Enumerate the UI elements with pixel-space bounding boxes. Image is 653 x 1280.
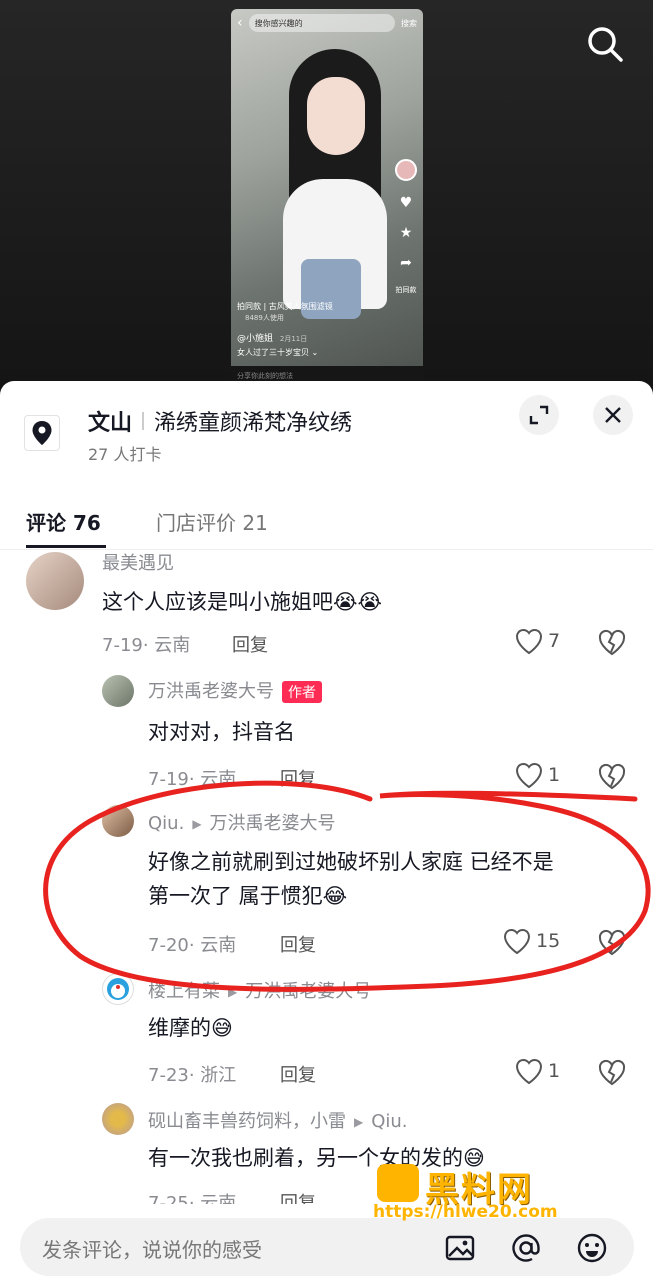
tab-bar: 评论 76 门店评价 21 xyxy=(0,501,653,549)
reply-text-line: 好像之前就刷到过她破坏别人家庭 已经不是 xyxy=(148,850,554,874)
reply-arrow-icon: ▶ xyxy=(192,817,202,831)
video-search-box[interactable]: 搜你感兴趣的 xyxy=(248,14,395,32)
comment-text: 这个人应该是叫小施姐吧😭😭 xyxy=(102,590,383,614)
reply-to-name[interactable]: 万洪禹老婆大号 xyxy=(210,813,336,834)
share-icon[interactable]: ➦ xyxy=(400,255,412,271)
like-count: 7 xyxy=(548,630,561,652)
reply-author-name: Qiu. xyxy=(148,813,185,834)
store-name: 浠绣童颜浠梵净纹绣 xyxy=(154,411,353,436)
video-search-button[interactable]: 搜索 xyxy=(401,18,417,29)
comment-meta: 7-19· 云南 xyxy=(102,635,191,656)
comment-input-placeholder: 发条评论，说说你的感受 xyxy=(42,1238,262,1262)
reply-author[interactable]: Qiu. ▶ 万洪禹老婆大号 xyxy=(148,809,336,835)
comment-input[interactable]: 发条评论，说说你的感受 xyxy=(20,1218,634,1276)
video-top-bar: ‹ 搜你感兴趣的 搜索 xyxy=(231,9,423,37)
heart-icon xyxy=(515,762,543,789)
template-tag[interactable]: 拍同款 | 古风美人氛围滤镜 xyxy=(237,301,333,312)
reply-arrow-icon: ▶ xyxy=(228,985,238,999)
avatar[interactable] xyxy=(102,805,134,837)
comment-author[interactable]: 最美遇见 xyxy=(102,549,174,575)
video-thumbnail[interactable]: ‹ 搜你感兴趣的 搜索 ♥ ★ ➦ 拍同款 拍同款 | 古风美人氛围滤镜 848… xyxy=(231,9,423,386)
like-count: 1 xyxy=(548,1060,561,1082)
video-author-handle: @小施姐 xyxy=(237,334,274,344)
location-pin-icon xyxy=(24,415,60,451)
image-icon[interactable] xyxy=(444,1232,476,1264)
reply-text-line: 第一次了 属于惯犯😂 xyxy=(148,884,348,908)
mention-icon[interactable] xyxy=(510,1232,542,1264)
like-button[interactable]: 15 xyxy=(502,927,560,955)
broken-heart-icon[interactable] xyxy=(598,629,626,657)
avatar[interactable] xyxy=(102,973,134,1005)
broken-heart-icon[interactable] xyxy=(598,929,626,957)
search-icon[interactable] xyxy=(585,24,625,64)
video-author[interactable]: @小施姐 2月11日 xyxy=(237,331,307,344)
reply-button[interactable]: 回复 xyxy=(280,931,316,957)
expand-button[interactable] xyxy=(519,395,559,435)
reply-author[interactable]: 砚山畜丰兽药饲料，小雷 ▶ Qiu. xyxy=(148,1107,408,1133)
heart-icon xyxy=(515,1058,543,1085)
reply-arrow-icon: ▶ xyxy=(354,1115,364,1129)
reply-text: 维摩的😅 xyxy=(148,1016,233,1040)
broken-heart-icon[interactable] xyxy=(598,1059,626,1087)
video-subject-image xyxy=(261,39,401,319)
side-label: 拍同款 xyxy=(395,286,417,294)
broken-heart-icon[interactable] xyxy=(598,763,626,791)
reply-button[interactable]: 回复 xyxy=(232,631,268,657)
reply-author-name: 砚山畜丰兽药饲料，小雷 xyxy=(148,1111,346,1132)
reply-to-name[interactable]: Qiu. xyxy=(371,1111,407,1132)
emoji-icon[interactable] xyxy=(576,1232,608,1264)
heart-icon xyxy=(515,628,543,655)
template-users: 8489人使用 xyxy=(245,314,284,322)
template-text: 拍同款 | 古风美人氛围滤镜 xyxy=(237,302,333,311)
site-watermark: 黑料网 https://hlwe20.com xyxy=(373,1162,633,1224)
tab-comments[interactable]: 评论 76 xyxy=(26,507,101,536)
author-badge: 作者 xyxy=(282,681,322,703)
store-title[interactable]: 文山 浠绣童颜浠梵净纹绣 xyxy=(88,405,352,437)
tab-indicator xyxy=(26,545,106,548)
like-button[interactable]: 1 xyxy=(514,1057,560,1085)
divider xyxy=(0,549,653,550)
reply-author[interactable]: 万洪禹老婆大号 作者 xyxy=(148,677,322,703)
reply-author-name: 万洪禹老婆大号 xyxy=(148,681,274,702)
close-icon xyxy=(605,407,621,423)
heart-icon xyxy=(503,928,531,955)
reply-meta: 7-23· 浙江 xyxy=(148,1065,237,1086)
video-side-actions: ♥ ★ ➦ 拍同款 xyxy=(395,159,417,295)
title-divider xyxy=(142,412,145,430)
heart-icon[interactable]: ♥ xyxy=(400,195,413,211)
creator-avatar[interactable] xyxy=(395,159,417,181)
reply-meta: 7-19· 云南 xyxy=(148,769,237,790)
avatar[interactable] xyxy=(102,675,134,707)
expand-icon xyxy=(529,405,549,425)
reply-meta: 7-20· 云南 xyxy=(148,935,237,956)
video-date: 2月11日 xyxy=(279,335,308,343)
reply-text: 对对对，抖音名 xyxy=(148,720,295,744)
like-count: 15 xyxy=(536,930,561,952)
video-search-placeholder: 搜你感兴趣的 xyxy=(254,18,303,28)
reply-button[interactable]: 回复 xyxy=(280,765,316,791)
avatar[interactable] xyxy=(102,1103,134,1135)
reply-to-name[interactable]: 万洪禹老婆大号 xyxy=(245,981,371,1002)
like-button[interactable]: 7 xyxy=(514,627,560,655)
reply-text: 好像之前就刷到过她破坏别人家庭 已经不是 第一次了 属于惯犯😂 xyxy=(148,845,554,913)
avatar[interactable] xyxy=(26,552,84,610)
video-comment-placeholder: 分享你此刻的想法 xyxy=(237,372,293,380)
comment-sheet: 文山 浠绣童颜浠梵净纹绣 27 人打卡 评论 76 门店评价 21 最美遇见 这… xyxy=(0,381,653,1280)
like-count: 1 xyxy=(548,764,561,786)
close-button[interactable] xyxy=(593,395,633,435)
tab-store-reviews[interactable]: 门店评价 21 xyxy=(156,507,268,536)
reply-author[interactable]: 楼上有菜 ▶ 万洪禹老婆大号 xyxy=(148,977,371,1003)
reply-author-name: 楼上有菜 xyxy=(148,981,220,1002)
watermark-logo xyxy=(377,1164,419,1202)
checkin-count: 27 人打卡 xyxy=(88,445,162,464)
video-caption: 女人过了三十岁宝贝 ⌄ xyxy=(237,348,319,357)
watermark-url: https://hlwe20.com xyxy=(373,1202,558,1222)
star-icon[interactable]: ★ xyxy=(400,225,413,241)
store-city: 文山 xyxy=(88,411,133,436)
like-button[interactable]: 1 xyxy=(514,761,560,789)
video-preview-area: ‹ 搜你感兴趣的 搜索 ♥ ★ ➦ 拍同款 拍同款 | 古风美人氛围滤镜 848… xyxy=(0,0,653,400)
back-icon[interactable]: ‹ xyxy=(237,15,243,31)
reply-button[interactable]: 回复 xyxy=(280,1061,316,1087)
